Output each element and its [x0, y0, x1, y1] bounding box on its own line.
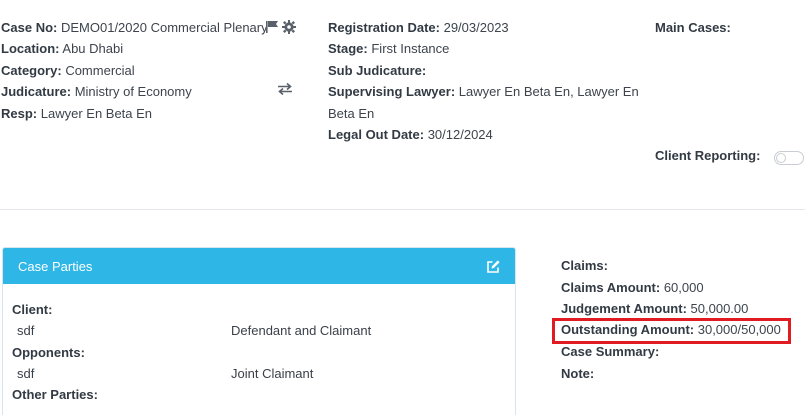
section-divider: [0, 209, 805, 210]
main-cases-label: Main Cases:: [655, 20, 731, 35]
claims-amount-value: 60,000: [663, 280, 704, 295]
flag-icon[interactable]: [265, 20, 280, 36]
claims-amount-label: Claims Amount:: [561, 280, 661, 295]
sub-judicature-label: Sub Judicature:: [328, 63, 427, 78]
category-row: Category: Commercial: [1, 63, 135, 79]
client-label: Client:: [12, 302, 53, 317]
stage-value: First Instance: [371, 41, 450, 56]
location-label: Location:: [1, 41, 60, 56]
outstanding-label: Outstanding Amount:: [561, 322, 695, 337]
client-row: Client:: [12, 302, 52, 318]
registration-value: 29/03/2023: [443, 20, 509, 35]
case-summary-label: Case Summary:: [561, 344, 660, 359]
toggle-knob: [776, 153, 786, 163]
client-name: sdf: [17, 323, 35, 338]
legal-out-value: 30/12/2024: [427, 127, 493, 142]
category-value: Commercial: [65, 63, 135, 78]
client-reporting-toggle[interactable]: [774, 151, 804, 165]
location-row: Location: Abu Dhabi: [1, 41, 123, 57]
judicature-value: Ministry of Economy: [74, 84, 192, 99]
outstanding-row: Outstanding Amount: 30,000/50,000: [561, 322, 781, 338]
supervising-row-cont: Beta En: [328, 106, 374, 122]
other-parties-row: Other Parties:: [12, 387, 98, 403]
client-role: Defendant and Claimant: [231, 323, 372, 338]
resp-label: Resp:: [1, 106, 38, 121]
category-label: Category:: [1, 63, 62, 78]
claims-amount-row: Claims Amount: 60,000: [561, 280, 704, 296]
case-no-label: Case No:: [1, 20, 58, 35]
judgement-label: Judgement Amount:: [561, 301, 687, 316]
sub-judicature-row: Sub Judicature:: [328, 63, 426, 79]
swap-arrows-icon[interactable]: [277, 82, 293, 99]
note-row: Note:: [561, 366, 594, 382]
main-cases-row: Main Cases:: [655, 20, 731, 36]
opponents-label: Opponents:: [12, 345, 85, 360]
registration-label: Registration Date:: [328, 20, 440, 35]
judicature-row: Judicature: Ministry of Economy: [1, 84, 192, 100]
other-parties-label: Other Parties:: [12, 387, 98, 402]
client-reporting-label: Client Reporting:: [655, 148, 761, 163]
judicature-label: Judicature:: [1, 84, 72, 99]
legal-out-label: Legal Out Date:: [328, 127, 425, 142]
opponent-name: sdf: [17, 366, 35, 381]
opponent-role: Joint Claimant: [231, 366, 314, 381]
stage-row: Stage: First Instance: [328, 41, 449, 57]
stage-label: Stage:: [328, 41, 368, 56]
resp-row: Resp: Lawyer En Beta En: [1, 106, 152, 122]
case-summary-row: Case Summary:: [561, 344, 659, 360]
case-no-value: DEMO01/2020 Commercial Plenary: [60, 20, 268, 35]
claims-row: Claims:: [561, 258, 608, 274]
claims-label: Claims:: [561, 258, 608, 273]
gear-icon[interactable]: [282, 20, 296, 37]
case-parties-title: Case Parties: [18, 259, 93, 274]
registration-row: Registration Date: 29/03/2023: [328, 20, 509, 36]
opponents-row: Opponents:: [12, 345, 85, 361]
supervising-value: Lawyer En Beta En, Lawyer En: [458, 84, 639, 99]
note-label: Note:: [561, 366, 595, 381]
supervising-row: Supervising Lawyer: Lawyer En Beta En, L…: [328, 84, 639, 100]
supervising-value-cont: Beta En: [328, 106, 375, 121]
client-reporting-row: Client Reporting:: [655, 148, 760, 164]
outstanding-value: 30,000/50,000: [697, 322, 781, 337]
location-value: Abu Dhabi: [62, 41, 124, 56]
case-parties-header: Case Parties: [3, 248, 515, 284]
judgement-row: Judgement Amount: 50,000.00: [561, 301, 748, 317]
judgement-value: 50,000.00: [690, 301, 749, 316]
edit-icon[interactable]: [485, 259, 501, 275]
case-no-row: Case No: DEMO01/2020 Commercial Plenary: [1, 20, 268, 36]
resp-value: Lawyer En Beta En: [40, 106, 153, 121]
supervising-label: Supervising Lawyer:: [328, 84, 456, 99]
case-parties-panel: Case Parties Client: sdf Defendant and C…: [2, 247, 516, 415]
legal-out-row: Legal Out Date: 30/12/2024: [328, 127, 493, 143]
